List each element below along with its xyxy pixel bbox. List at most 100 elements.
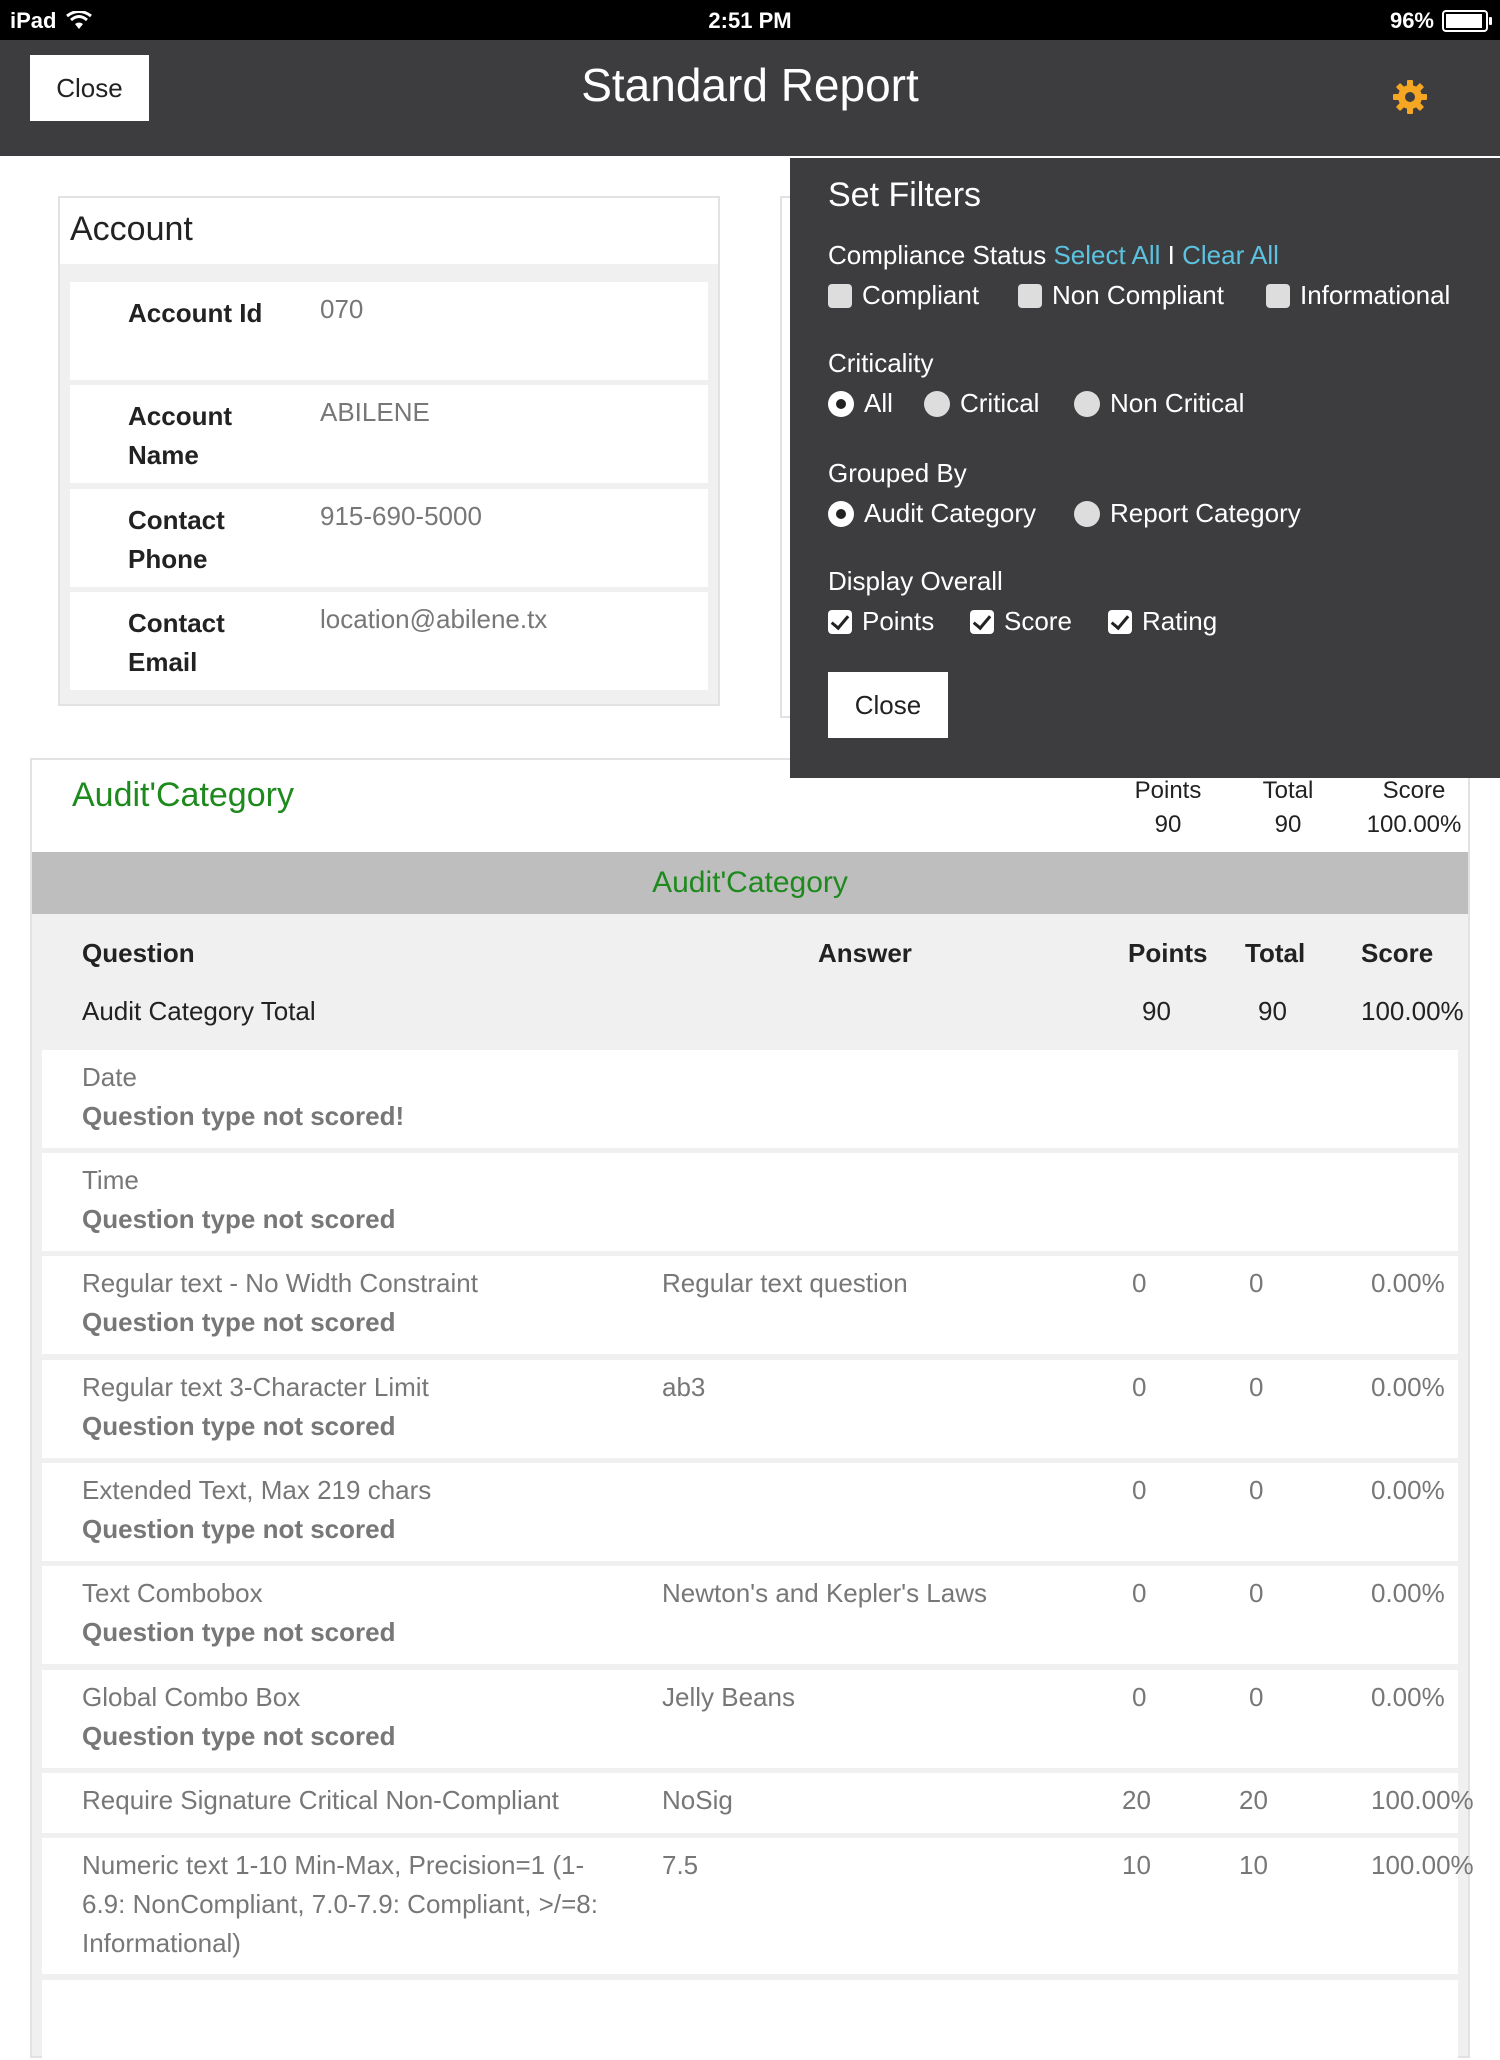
- option-label: Report Category: [1110, 498, 1301, 528]
- checkbox-box[interactable]: [828, 609, 852, 634]
- points-value: 0: [1132, 1268, 1147, 1298]
- radio-button[interactable]: [828, 500, 854, 527]
- table-row: Time Question type not scored: [42, 1153, 1458, 1251]
- stat-value: 90: [1154, 811, 1182, 838]
- checkbox-box[interactable]: [1266, 283, 1290, 308]
- checkbox-box[interactable]: [828, 283, 852, 308]
- question-text: Extended Text, Max 219 chars: [82, 1475, 432, 1505]
- radio-button[interactable]: [924, 390, 950, 417]
- table-row: Global Combo Box Question type not scored…: [42, 1670, 1458, 1768]
- answer-text: 7.5: [662, 1850, 699, 1880]
- score-value: 0.00%: [1371, 1372, 1445, 1402]
- account-row-value: location@abilene.tx: [320, 604, 548, 634]
- answer-text: Regular text question: [662, 1268, 908, 1298]
- score-value: 0.00%: [1371, 1475, 1445, 1505]
- account-row-label: Contact Email: [128, 608, 225, 677]
- clear-all-link[interactable]: Clear All: [1182, 240, 1279, 270]
- radio-all[interactable]: All: [828, 388, 893, 419]
- answer-text: Newton's and Kepler's Laws: [662, 1578, 987, 1608]
- score-value: 0.00%: [1371, 1682, 1445, 1712]
- battery-percent: 96%: [1389, 8, 1434, 33]
- checkbox-informational[interactable]: Informational: [1266, 280, 1450, 311]
- option-label: Non Critical: [1110, 388, 1245, 418]
- points-value: 0: [1132, 1682, 1147, 1712]
- account-row-label: Account Id: [128, 298, 263, 328]
- col-score: Score: [1361, 938, 1434, 968]
- option-label: Points: [862, 606, 935, 636]
- points-value: 0: [1132, 1475, 1147, 1505]
- audit-title: Audit'Category: [72, 776, 294, 814]
- answer-text: Jelly Beans: [662, 1682, 795, 1712]
- radio-report-category[interactable]: Report Category: [1074, 498, 1301, 529]
- score-value: 100.00%: [1371, 1850, 1474, 1880]
- points-value: 0: [1132, 1372, 1147, 1402]
- compliance-label-text: Compliance Status: [828, 240, 1047, 270]
- account-row-email: Contact Email location@abilene.tx: [70, 592, 708, 690]
- total-value: 0: [1249, 1372, 1264, 1402]
- account-card: Account Account Id 070 Account Name ABIL…: [58, 196, 720, 706]
- total-row-score: 100.00%: [1361, 996, 1464, 1026]
- radio-audit-category[interactable]: Audit Category: [828, 498, 1036, 529]
- table-row: Extended Text, Max 219 chars Question typ…: [42, 1463, 1458, 1561]
- radio-button[interactable]: [1074, 500, 1100, 527]
- checkbox-box[interactable]: [1018, 283, 1042, 308]
- total-value: 0: [1249, 1578, 1264, 1608]
- question-note: Question type not scored: [82, 1514, 396, 1544]
- account-row-id: Account Id 070: [70, 282, 708, 380]
- table-row: Date Question type not scored!: [42, 1050, 1458, 1148]
- account-row-phone: Contact Phone 915-690-5000: [70, 489, 708, 587]
- question-text: Regular text - No Width Constraint: [82, 1268, 478, 1298]
- stat-label: Score: [1382, 777, 1446, 804]
- col-points: Points: [1128, 938, 1208, 968]
- option-label: Rating: [1142, 606, 1218, 636]
- option-label: Score: [1004, 606, 1072, 636]
- option-label: All: [864, 388, 893, 418]
- checkbox-non-compliant[interactable]: Non Compliant: [1018, 280, 1224, 311]
- total-row-points: 90: [1142, 996, 1171, 1026]
- col-total: Total: [1245, 938, 1306, 968]
- page-title: Standard Report: [581, 59, 919, 111]
- question-text: Numeric text 1-10 Min-Max, Precision=1 (…: [82, 1850, 598, 1958]
- question-note: Question type not scored: [82, 1307, 396, 1337]
- filters-close-button[interactable]: Close: [828, 672, 948, 738]
- option-label: Critical: [960, 388, 1040, 418]
- checkbox-compliant[interactable]: Compliant: [828, 280, 979, 311]
- total-value: 20: [1239, 1785, 1268, 1815]
- question-note: Question type not scored!: [82, 1101, 405, 1131]
- score-value: 100.00%: [1371, 1785, 1474, 1815]
- points-value: 10: [1122, 1850, 1151, 1880]
- option-label: Compliant: [862, 280, 980, 310]
- criticality-label: Criticality: [828, 348, 934, 378]
- radio-button[interactable]: [1074, 390, 1100, 417]
- checkbox-score[interactable]: Score: [970, 606, 1072, 637]
- checkbox-points[interactable]: Points: [828, 606, 934, 637]
- audit-table-header: Question Answer Points Total Score Audit…: [32, 914, 1468, 1032]
- question-note: Question type not scored: [82, 1721, 396, 1751]
- checkbox-rating[interactable]: Rating: [1108, 606, 1217, 637]
- select-all-link[interactable]: Select All: [1053, 240, 1160, 270]
- question-note: Question type not scored: [82, 1617, 396, 1647]
- table-row-partial: [42, 1980, 1458, 2060]
- link-separator: I: [1167, 240, 1175, 270]
- checkbox-box[interactable]: [970, 609, 994, 634]
- account-row-label: Contact Phone: [128, 505, 225, 574]
- total-value: 10: [1239, 1850, 1268, 1880]
- table-row: Text Combobox Question type not scored Ne…: [42, 1566, 1458, 1664]
- account-row-value: 070: [320, 294, 364, 324]
- option-label: Informational: [1300, 280, 1451, 310]
- radio-button[interactable]: [828, 390, 854, 417]
- table-row: Regular text 3-Character Limit Question t…: [42, 1360, 1458, 1458]
- question-text: Date: [82, 1062, 137, 1092]
- radio-critical[interactable]: Critical: [924, 388, 1039, 419]
- audit-stat-points: Points 90: [1128, 774, 1208, 842]
- filters-title: Set Filters: [828, 176, 982, 214]
- status-right: 96%: [1389, 8, 1492, 34]
- option-label: Audit Category: [864, 498, 1036, 528]
- answer-text: NoSig: [662, 1785, 733, 1815]
- radio-non-critical[interactable]: Non Critical: [1074, 388, 1244, 419]
- checkbox-box[interactable]: [1108, 609, 1132, 634]
- account-row-value: ABILENE: [320, 397, 430, 427]
- question-note: Question type not scored: [82, 1204, 396, 1234]
- gear-icon[interactable]: [1390, 77, 1430, 117]
- stat-label: Points: [1134, 777, 1202, 804]
